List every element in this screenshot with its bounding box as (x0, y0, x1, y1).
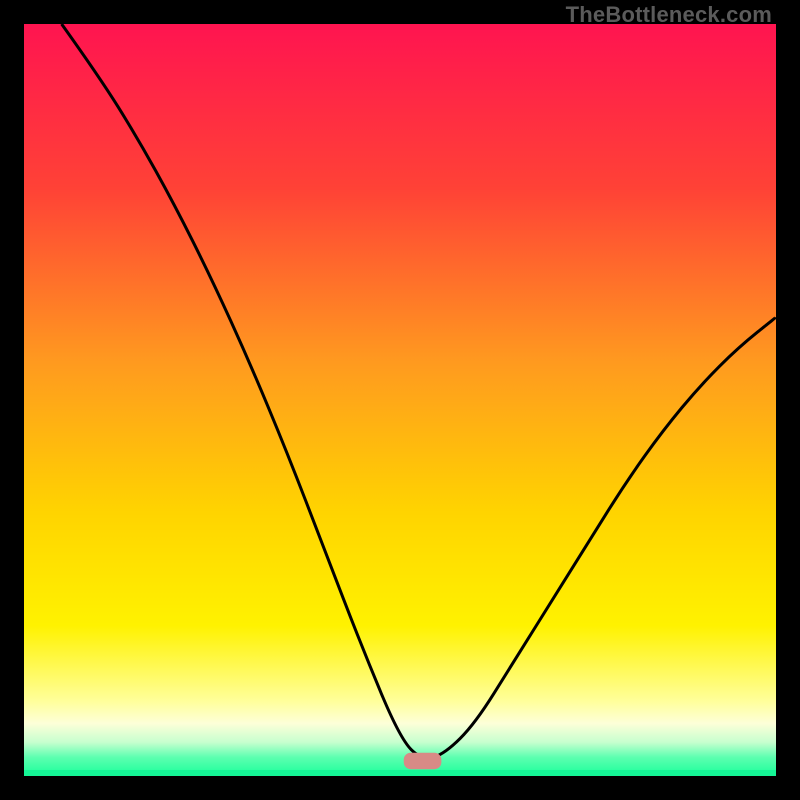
watermark-text: TheBottleneck.com (566, 2, 772, 28)
optimal-marker (404, 753, 442, 770)
chart-frame (24, 24, 776, 776)
bottleneck-chart (24, 24, 776, 776)
